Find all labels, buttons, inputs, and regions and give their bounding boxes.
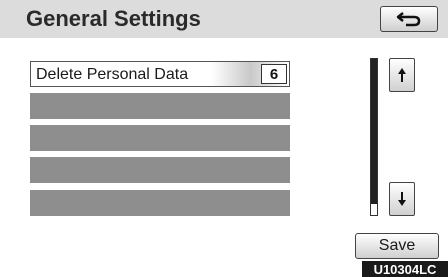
list-item-empty-3 [30,125,290,151]
scroll-down-arrow-icon [398,192,406,206]
list-item-empty-4 [30,157,290,183]
page-title: General Settings [26,6,201,31]
list-item-badge: 6 [261,64,287,84]
list-item-delete-personal-data[interactable]: Delete Personal Data 6 [30,61,290,87]
return-arrow-icon [396,12,421,27]
settings-screen: General Settings Delete Personal Data 6 … [0,0,448,277]
scrollbar-track[interactable] [370,58,378,216]
header-bar: General Settings [0,0,448,38]
scroll-down-button[interactable] [389,182,415,216]
back-button[interactable] [380,6,438,32]
figure-code-label: U10304LC [362,261,448,277]
list-item-label: Delete Personal Data [36,66,189,83]
list-item-empty-5 [30,190,290,216]
save-button[interactable]: Save [355,233,439,259]
list-item-empty-2 [30,93,290,119]
scroll-up-arrow-icon [398,68,406,82]
scroll-up-button[interactable] [389,58,415,92]
scrollbar-thumb[interactable] [371,59,377,204]
